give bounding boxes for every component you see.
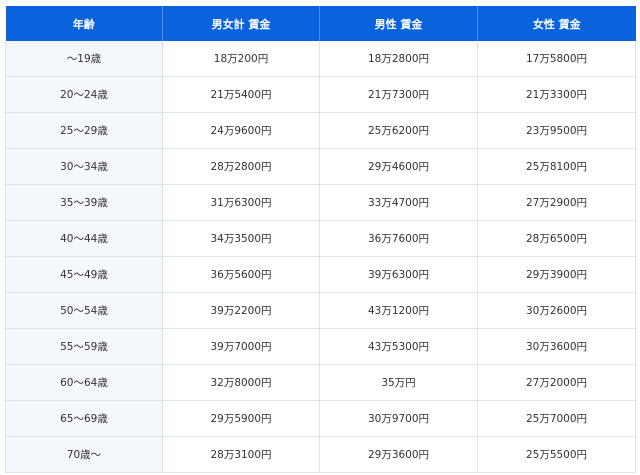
header-age: 年齢 [5,6,163,41]
header-total-wage: 男女計 賃金 [162,6,320,41]
female-wage-cell: 21万3300円 [477,76,636,113]
table-row: 55〜59歳 39万7000円 43万5300円 30万3600円 [5,328,636,365]
age-cell: 65〜69歳 [5,400,163,437]
age-cell: 55〜59歳 [5,328,163,365]
total-wage-cell: 34万3500円 [162,220,320,257]
table-body: 〜19歳 18万200円 18万2800円 17万5800円 20〜24歳 21万5400… [5,41,636,473]
male-wage-cell: 43万1200円 [319,292,478,329]
age-cell: 25〜29歳 [5,112,163,149]
total-wage-cell: 39万2200円 [162,292,320,329]
table-row: 25〜29歳 24万9600円 25万6200円 23万9500円 [5,112,636,149]
table-row: 45〜49歳 36万5600円 39万6300円 29万3900円 [5,256,636,293]
table-row: 40〜44歳 34万3500円 36万7600円 28万6500円 [5,220,636,257]
male-wage-cell: 29万4600円 [319,148,478,185]
female-wage-cell: 27万2900円 [477,184,636,221]
total-wage-cell: 28万2800円 [162,148,320,185]
total-wage-cell: 21万5400円 [162,76,320,113]
table-row: 30〜34歳 28万2800円 29万4600円 25万8100円 [5,148,636,185]
table-row: 50〜54歳 39万2200円 43万1200円 30万2600円 [5,292,636,329]
female-wage-cell: 27万2000円 [477,364,636,401]
header-female-wage: 女性 賃金 [477,6,636,41]
age-cell: 45〜49歳 [5,256,163,293]
total-wage-cell: 39万7000円 [162,328,320,365]
male-wage-cell: 25万6200円 [319,112,478,149]
male-wage-cell: 33万4700円 [319,184,478,221]
table-row: 65〜69歳 29万5900円 30万9700円 25万7000円 [5,400,636,437]
table-header-row: 年齢 男女計 賃金 男性 賃金 女性 賃金 [5,6,636,41]
header-male-wage: 男性 賃金 [319,6,478,41]
female-wage-cell: 23万9500円 [477,112,636,149]
total-wage-cell: 29万5900円 [162,400,320,437]
age-cell: 30〜34歳 [5,148,163,185]
male-wage-cell: 29万3600円 [319,436,478,473]
male-wage-cell: 18万2800円 [319,41,478,77]
total-wage-cell: 24万9600円 [162,112,320,149]
female-wage-cell: 25万7000円 [477,400,636,437]
male-wage-cell: 36万7600円 [319,220,478,257]
age-cell: 40〜44歳 [5,220,163,257]
age-cell: 20〜24歳 [5,76,163,113]
table-row: 〜19歳 18万200円 18万2800円 17万5800円 [5,41,636,77]
female-wage-cell: 28万6500円 [477,220,636,257]
female-wage-cell: 25万5500円 [477,436,636,473]
age-cell: 50〜54歳 [5,292,163,329]
male-wage-cell: 30万9700円 [319,400,478,437]
total-wage-cell: 18万200円 [162,41,320,77]
female-wage-cell: 17万5800円 [477,41,636,77]
age-cell: 70歳〜 [5,436,163,473]
total-wage-cell: 36万5600円 [162,256,320,293]
total-wage-cell: 31万6300円 [162,184,320,221]
age-cell: 〜19歳 [5,41,163,77]
table-row: 70歳〜 28万3100円 29万3600円 25万5500円 [5,436,636,473]
male-wage-cell: 43万5300円 [319,328,478,365]
total-wage-cell: 32万8000円 [162,364,320,401]
table-row: 20〜24歳 21万5400円 21万7300円 21万3300円 [5,76,636,113]
age-cell: 35〜39歳 [5,184,163,221]
table-row: 35〜39歳 31万6300円 33万4700円 27万2900円 [5,184,636,221]
age-cell: 60〜64歳 [5,364,163,401]
wage-table: 年齢 男女計 賃金 男性 賃金 女性 賃金 〜19歳 18万200円 18万2800… [5,6,636,473]
table-row: 60〜64歳 32万8000円 35万円 27万2000円 [5,364,636,401]
male-wage-cell: 21万7300円 [319,76,478,113]
male-wage-cell: 39万6300円 [319,256,478,293]
female-wage-cell: 29万3900円 [477,256,636,293]
total-wage-cell: 28万3100円 [162,436,320,473]
male-wage-cell: 35万円 [319,364,478,401]
female-wage-cell: 25万8100円 [477,148,636,185]
female-wage-cell: 30万2600円 [477,292,636,329]
female-wage-cell: 30万3600円 [477,328,636,365]
